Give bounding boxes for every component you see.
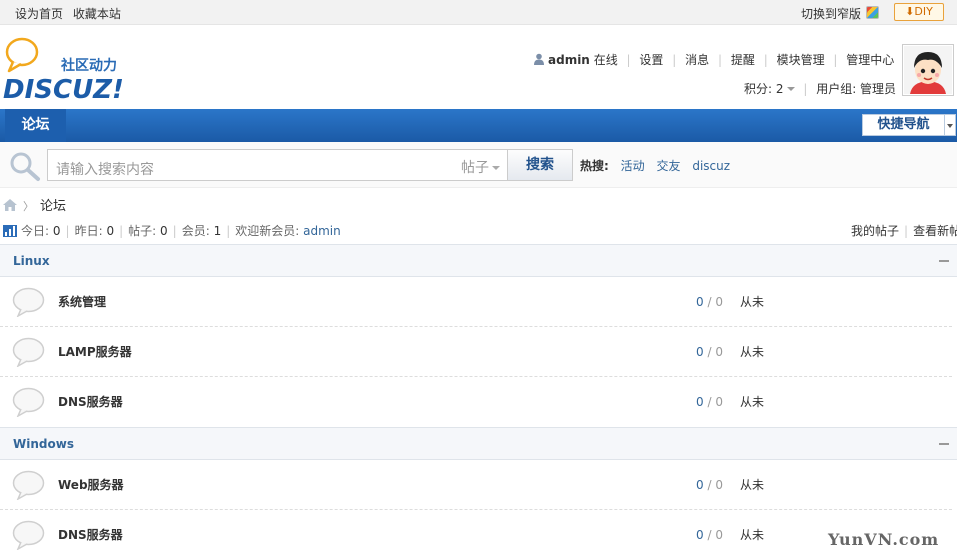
header: 社区动力 DISCUZ! admin 在线 | 设置 | 消息 | 提醒 | 模…	[0, 25, 957, 109]
username-link[interactable]: admin	[548, 53, 590, 67]
forum-counts: 0 / 0	[696, 528, 723, 542]
chart-icon	[3, 225, 17, 237]
top-links: 设为首页 收藏本站	[15, 5, 127, 22]
forum-name-link[interactable]: 系统管理	[58, 293, 106, 310]
switch-width-link[interactable]: 切换到窄版	[801, 5, 861, 22]
search-button[interactable]: 搜索	[507, 149, 573, 181]
forum-name-link[interactable]: LAMP服务器	[58, 343, 132, 360]
forum-row: Web服务器 0 / 0 从未	[0, 460, 952, 510]
group-header: Windows	[0, 427, 957, 460]
svg-text:DISCUZ!: DISCUZ!	[3, 75, 124, 105]
forum-last-post: 从未	[740, 528, 765, 542]
hot-searches: 热搜: 活动 交友 discuz	[580, 157, 738, 174]
breadcrumb-current[interactable]: 论坛	[40, 199, 66, 214]
avatar[interactable]	[902, 44, 954, 96]
group-title[interactable]: Windows	[13, 437, 74, 451]
forum-counts: 0 / 0	[696, 295, 723, 309]
forum-bubble-icon	[12, 470, 45, 500]
forum-bubble-icon	[12, 287, 45, 317]
stat-today: 0	[52, 224, 61, 238]
usergroup-link[interactable]: 用户组: 管理员	[816, 82, 896, 96]
breadcrumb: 〉论坛	[3, 195, 66, 214]
module-manage-link[interactable]: 模块管理	[777, 53, 825, 67]
forum-last-post: 从未	[740, 345, 765, 359]
forum-group: Linux 系统管理 0 / 0 从未 LAMP服务器 0 / 0 从未 DNS…	[0, 244, 957, 427]
stat-members: 1	[213, 224, 222, 238]
forum-last-post: 从未	[740, 478, 765, 492]
hot-term[interactable]: discuz	[692, 159, 730, 173]
forum-bubble-icon	[12, 520, 45, 550]
forum-name-link[interactable]: DNS服务器	[58, 526, 123, 543]
forum-bubble-icon	[12, 387, 45, 417]
hot-term[interactable]: 活动	[621, 159, 645, 173]
messages-link[interactable]: 消息	[685, 53, 709, 67]
top-bar: 设为首页 收藏本站 切换到窄版 ⬇︎DIY	[0, 0, 957, 25]
collapse-icon[interactable]	[939, 443, 949, 445]
site-logo[interactable]: 社区动力 DISCUZ!	[3, 35, 133, 105]
svg-text:社区动力: 社区动力	[60, 57, 117, 74]
nav-tab-forum[interactable]: 论坛	[5, 109, 66, 142]
forum-last-post: 从未	[740, 295, 765, 309]
group-header: Linux	[0, 244, 957, 277]
hot-term[interactable]: 交友	[656, 159, 680, 173]
quick-nav-button[interactable]: 快捷导航	[862, 114, 945, 136]
search-bar: 请输入搜索内容 帖子 搜索 热搜: 活动 交友 discuz	[0, 142, 957, 188]
forum-counts: 0 / 0	[696, 478, 723, 492]
bookmark-link[interactable]: 收藏本站	[73, 7, 121, 21]
my-posts-link[interactable]: 我的帖子	[851, 224, 899, 238]
chevron-down-icon	[492, 166, 500, 170]
admin-center-link[interactable]: 管理中心	[846, 53, 894, 67]
watermark: YunVN.com	[828, 530, 940, 549]
stat-posts: 0	[160, 224, 168, 238]
forum-counts: 0 / 0	[696, 345, 723, 359]
settings-link[interactable]: 设置	[639, 53, 663, 67]
view-new-posts-link[interactable]: 查看新帖	[913, 224, 957, 238]
forum-last-post: 从未	[740, 395, 765, 409]
search-input[interactable]: 请输入搜索内容	[47, 149, 457, 181]
home-icon[interactable]	[3, 199, 17, 211]
user-info-bar: 积分: 2 | 用户组: 管理员	[744, 82, 897, 96]
credits-menu[interactable]: 积分: 2	[744, 82, 795, 96]
quick-nav-dropdown-icon[interactable]	[945, 114, 956, 136]
diy-button[interactable]: ⬇︎DIY	[894, 3, 944, 21]
set-home-link[interactable]: 设为首页	[15, 7, 63, 21]
forum-name-link[interactable]: DNS服务器	[58, 393, 123, 410]
main-nav: 论坛 快捷导航	[0, 109, 957, 142]
online-status[interactable]: 在线	[594, 53, 618, 67]
search-type-select[interactable]: 帖子	[456, 149, 508, 181]
stats-links: 我的帖子 | 查看新帖	[851, 222, 957, 239]
group-title[interactable]: Linux	[13, 254, 50, 268]
forum-row: 系统管理 0 / 0 从未	[0, 277, 952, 327]
forum-name-link[interactable]: Web服务器	[58, 476, 124, 493]
user-icon	[534, 53, 544, 65]
forum-stats: 今日: 0 | 昨日: 0 | 帖子: 0 | 会员: 1 | 欢迎新会员: admin	[3, 222, 341, 239]
forum-row: LAMP服务器 0 / 0 从未	[0, 327, 952, 377]
stat-yesterday: 0	[106, 224, 115, 238]
chevron-down-icon	[786, 87, 795, 91]
notifications-link[interactable]: 提醒	[731, 53, 755, 67]
user-bar: admin 在线 | 设置 | 消息 | 提醒 | 模块管理 | 管理中心 | …	[533, 51, 940, 68]
forum-row: DNS服务器 0 / 0 从未	[0, 377, 952, 427]
forum-group: Windows Web服务器 0 / 0 从未 DNS服务器 0 / 0 从未	[0, 427, 957, 554]
collapse-icon[interactable]	[939, 260, 949, 262]
forum-bubble-icon	[12, 337, 45, 367]
color-scheme-icon[interactable]	[866, 6, 879, 19]
forum-row: DNS服务器 0 / 0 从未	[0, 510, 952, 554]
newest-member-link[interactable]: admin	[303, 224, 341, 238]
search-icon	[10, 152, 40, 181]
forum-counts: 0 / 0	[696, 395, 723, 409]
hot-label: 热搜:	[580, 159, 609, 173]
